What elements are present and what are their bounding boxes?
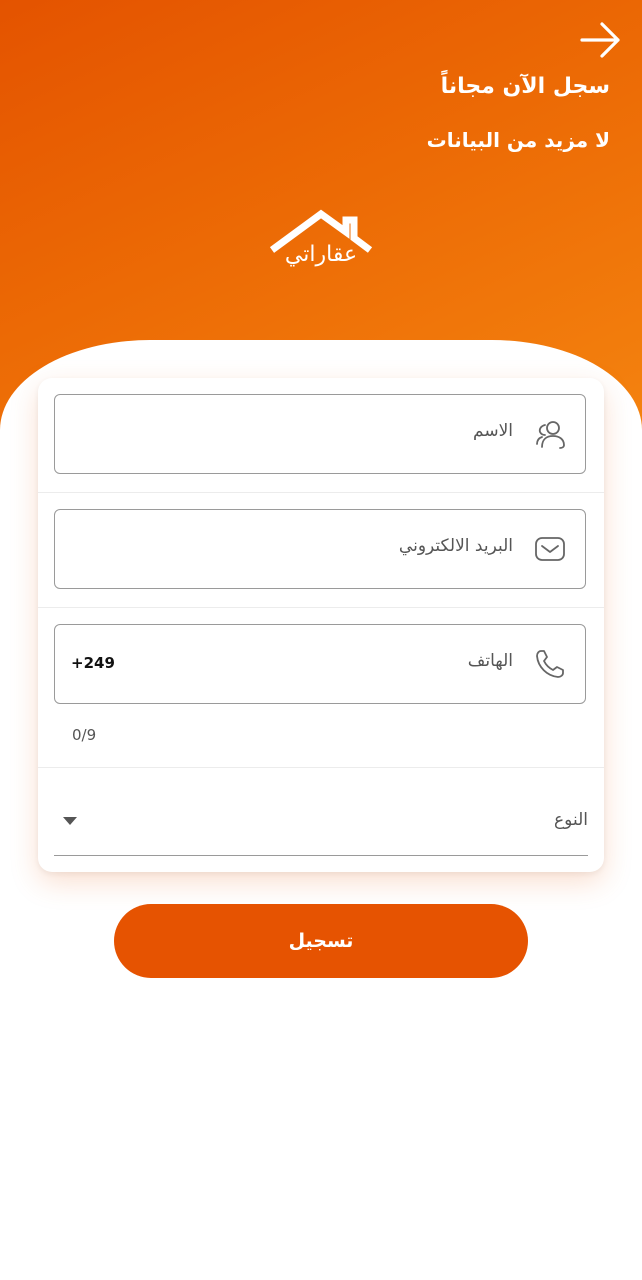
phone-char-counter: 0/9 [72, 726, 97, 744]
phone-field[interactable]: الهاتف +249 [54, 624, 586, 704]
users-icon [536, 421, 565, 449]
page-title: سجل الآن مجاناً [440, 74, 610, 99]
type-dropdown[interactable]: النوع [54, 786, 588, 856]
phone-icon [536, 650, 564, 678]
register-button[interactable]: تسجيل [114, 904, 528, 978]
mail-icon [535, 537, 565, 561]
country-code-prefix: +249 [71, 654, 115, 672]
divider [38, 607, 604, 608]
divider [38, 767, 604, 768]
email-placeholder: البريد الالكتروني [398, 536, 513, 556]
type-dropdown-label: النوع [554, 810, 588, 830]
name-placeholder: الاسم [473, 421, 513, 441]
app-logo: عقاراتي [268, 206, 374, 282]
back-button[interactable] [574, 18, 626, 62]
divider [38, 492, 604, 493]
email-field[interactable]: البريد الالكتروني [54, 509, 586, 589]
caret-down-icon [63, 817, 77, 825]
name-field[interactable]: الاسم [54, 394, 586, 474]
registration-form-card: الاسم البريد الالكتروني الهاتف +249 0/9 … [38, 378, 604, 872]
page-subtitle: لا مزيد من البيانات [426, 128, 610, 152]
arrow-right-icon [580, 22, 620, 58]
register-screen: سجل الآن مجاناً لا مزيد من البيانات عقار… [0, 0, 642, 1280]
phone-placeholder: الهاتف [467, 651, 513, 671]
logo-text: عقاراتي [284, 242, 358, 267]
